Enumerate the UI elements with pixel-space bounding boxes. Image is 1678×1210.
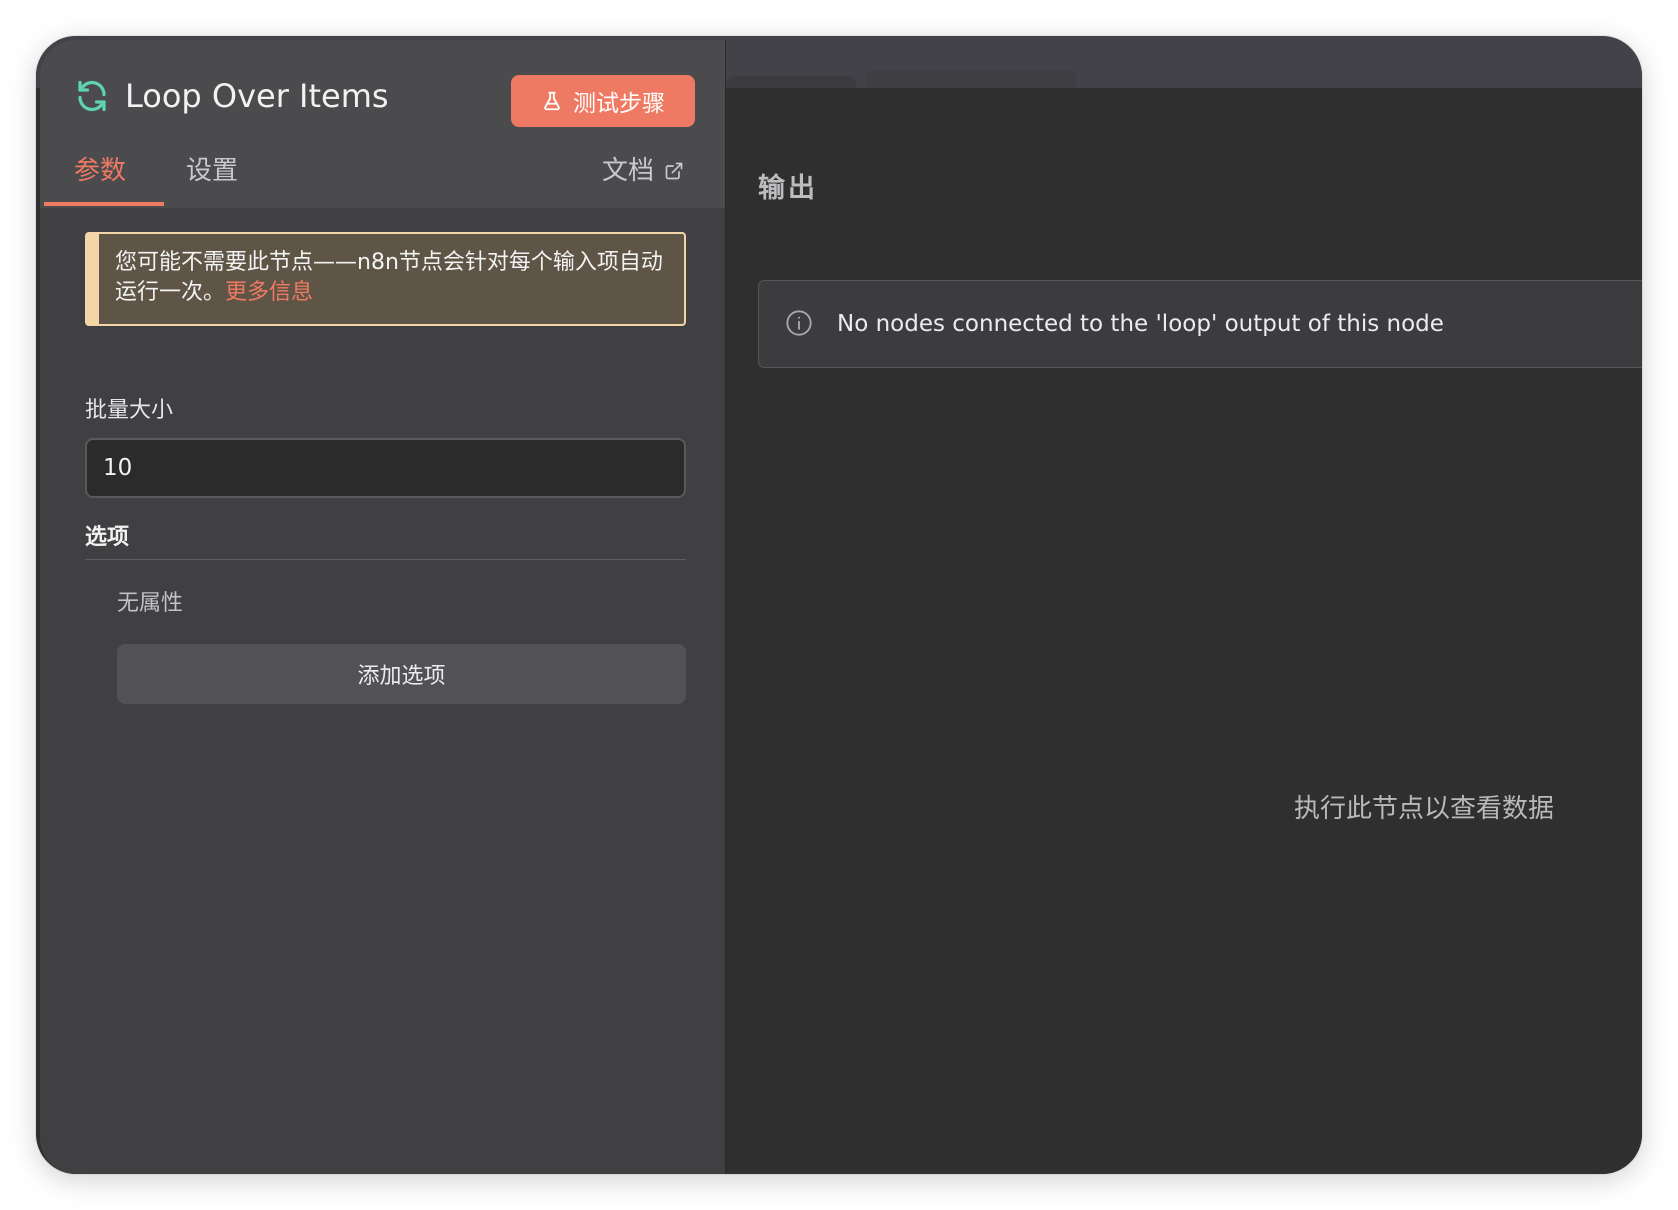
- notice-text: 您可能不需要此节点——n8n节点会针对每个输入项自动运行一次。: [115, 250, 663, 305]
- batch-size-input[interactable]: [85, 438, 686, 498]
- docs-label: 文档: [602, 156, 655, 186]
- refresh-icon: [78, 80, 106, 112]
- node-details-window: 输出 No nodes connected to the 'loop' outp…: [36, 36, 1642, 1174]
- active-tab-indicator: [44, 202, 164, 206]
- background-tab: [726, 76, 856, 88]
- docs-link[interactable]: 文档: [602, 154, 684, 188]
- info-callout: No nodes connected to the 'loop' output …: [758, 280, 1642, 368]
- background-tab: [866, 70, 1076, 88]
- empty-output-hint: 执行此节点以查看数据: [1294, 794, 1555, 824]
- info-message: No nodes connected to the 'loop' output …: [837, 311, 1444, 337]
- external-link-icon: [665, 162, 683, 180]
- info-icon: [786, 310, 812, 336]
- more-info-link[interactable]: 更多信息: [225, 280, 313, 305]
- tab-parameters[interactable]: 参数: [74, 154, 126, 188]
- parameters-panel: Loop Over Items 测试步骤 参数 设置 文档 您可能不需要此节点—…: [40, 40, 726, 1174]
- batch-size-label: 批量大小: [85, 398, 174, 423]
- test-step-button[interactable]: 测试步骤: [511, 75, 695, 127]
- tab-settings[interactable]: 设置: [186, 154, 238, 188]
- add-option-button[interactable]: 添加选项: [117, 644, 686, 704]
- flask-icon: [544, 91, 560, 111]
- test-step-label: 测试步骤: [573, 91, 665, 117]
- divider: [85, 559, 686, 560]
- output-panel: 输出 No nodes connected to the 'loop' outp…: [726, 88, 1642, 1174]
- notice-callout: 您可能不需要此节点——n8n节点会针对每个输入项自动运行一次。更多信息: [85, 232, 686, 326]
- no-properties-text: 无属性: [117, 591, 184, 616]
- output-title: 输出: [758, 173, 818, 204]
- options-section-title: 选项: [85, 525, 130, 550]
- node-title: Loop Over Items: [125, 77, 389, 115]
